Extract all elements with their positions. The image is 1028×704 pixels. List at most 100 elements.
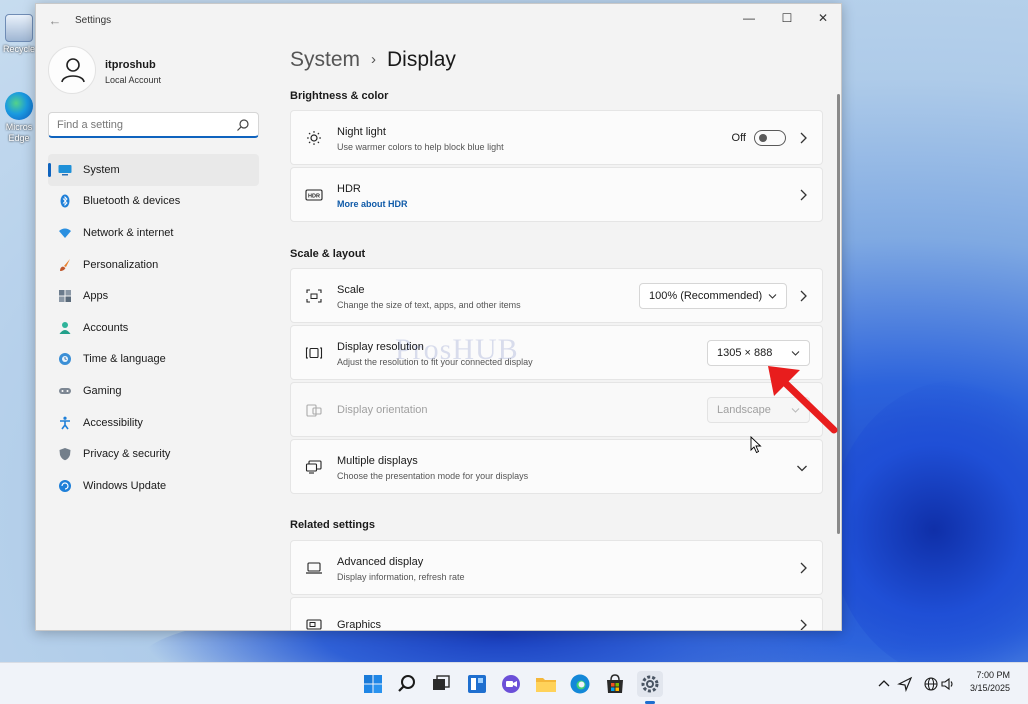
display-resolution-title: Display resolution — [337, 341, 424, 353]
sidebar-item-label: Network & internet — [83, 226, 174, 239]
settings-window: ← Settings — ☐ ✕ itproshub Local Account… — [35, 3, 842, 631]
sidebar-item-network[interactable]: Network & internet — [48, 217, 259, 249]
night-light-toggle[interactable] — [754, 130, 786, 146]
store-icon[interactable] — [602, 671, 628, 697]
bluetooth-icon — [60, 194, 70, 208]
settings-gear-icon[interactable] — [637, 671, 663, 697]
arrow-left-icon: ← — [48, 13, 62, 28]
recycle-bin-icon — [5, 14, 33, 42]
volume-icon[interactable] — [940, 676, 956, 692]
sidebar-item-windows-update[interactable]: Windows Update — [48, 470, 259, 502]
monitor-icon — [58, 164, 72, 176]
more-about-hdr-link[interactable]: More about HDR — [337, 199, 408, 209]
sidebar-item-label: System — [83, 163, 120, 176]
night-light-title: Night light — [337, 126, 386, 138]
multiple-displays-card[interactable]: Multiple displays Choose the presentatio… — [290, 439, 823, 494]
chat-icon[interactable] — [498, 671, 524, 697]
resolution-dropdown-value: 1305 × 888 — [717, 347, 773, 359]
section-title-related: Related settings — [290, 519, 375, 531]
sidebar-item-label: Time & language — [83, 353, 166, 366]
system-clock[interactable]: 7:00 PM 3/15/2025 — [970, 669, 1010, 695]
chevron-right-icon[interactable] — [798, 618, 808, 631]
graphics-card[interactable]: Graphics — [290, 597, 823, 631]
sidebar-item-label: Personalization — [83, 258, 159, 271]
sidebar-item-time-language[interactable]: Time & language — [48, 344, 259, 376]
chevron-up-icon[interactable] — [876, 676, 892, 692]
maximize-button[interactable]: ☐ — [770, 8, 804, 28]
search-box[interactable] — [48, 112, 259, 138]
sidebar-item-apps[interactable]: Apps — [48, 280, 259, 312]
chevron-right-icon[interactable] — [798, 188, 808, 202]
sidebar-item-label: Windows Update — [83, 479, 167, 492]
desktop-icon-edge[interactable]: Micros Edge — [2, 92, 36, 144]
resolution-dropdown[interactable]: 1305 × 888 — [707, 340, 810, 366]
scale-icon — [306, 289, 322, 303]
search-input[interactable] — [49, 113, 229, 137]
sidebar-item-bluetooth[interactable]: Bluetooth & devices — [48, 186, 259, 218]
apps-icon — [59, 290, 71, 303]
edge-icon[interactable] — [567, 671, 593, 697]
chevron-down-icon[interactable] — [796, 463, 808, 473]
location-arrow-icon[interactable] — [897, 676, 913, 692]
globe-icon[interactable] — [923, 676, 939, 692]
scale-dropdown[interactable]: 100% (Recommended) — [639, 283, 787, 309]
multiple-displays-icon — [305, 460, 322, 474]
breadcrumb-parent[interactable]: System — [290, 48, 360, 71]
sidebar-item-accessibility[interactable]: Accessibility — [48, 407, 259, 439]
gamepad-icon — [59, 387, 71, 394]
orientation-dropdown: Landscape — [707, 397, 810, 423]
update-icon — [59, 479, 71, 492]
sidebar-item-personalization[interactable]: Personalization — [48, 249, 259, 281]
back-button[interactable]: ← — [46, 13, 64, 29]
graphics-title: Graphics — [337, 619, 382, 631]
scale-card[interactable]: Scale Change the size of text, apps, and… — [290, 268, 823, 323]
hdr-card[interactable]: HDR HDR More about HDR — [290, 167, 823, 222]
file-explorer-icon[interactable] — [533, 671, 559, 697]
sidebar-item-system[interactable]: System — [48, 154, 259, 186]
chevron-right-icon[interactable] — [798, 289, 808, 303]
user-profile[interactable]: itproshub Local Account — [48, 46, 268, 96]
night-light-card[interactable]: Night light Use warmer colors to help bl… — [290, 110, 823, 165]
orientation-icon — [306, 404, 322, 417]
chevron-right-icon[interactable] — [798, 561, 808, 575]
clock-time: 7:00 PM — [976, 670, 1010, 680]
avatar — [48, 46, 96, 94]
brush-icon — [60, 258, 70, 271]
start-button-icon[interactable] — [360, 671, 386, 697]
sun-icon — [307, 131, 321, 145]
section-title-scale-layout: Scale & layout — [290, 248, 366, 260]
display-resolution-subtitle: Adjust the resolution to fit your connec… — [337, 357, 533, 367]
scale-title: Scale — [337, 284, 365, 296]
chevron-down-icon — [768, 294, 777, 299]
chevron-right-icon[interactable] — [798, 131, 808, 145]
task-view-icon[interactable] — [428, 671, 454, 697]
search-icon[interactable] — [394, 671, 420, 697]
search-icon[interactable] — [236, 118, 250, 132]
advanced-display-card[interactable]: Advanced display Display information, re… — [290, 540, 823, 595]
minimize-button[interactable]: — — [732, 8, 766, 28]
desktop-icon-recycle-bin[interactable]: Recycle — [2, 14, 36, 55]
taskbar: 7:00 PM 3/15/2025 — [0, 662, 1028, 704]
sidebar-item-label: Bluetooth & devices — [83, 195, 181, 208]
advanced-display-title: Advanced display — [337, 556, 424, 568]
widgets-icon[interactable] — [464, 671, 490, 697]
sidebar-item-gaming[interactable]: Gaming — [48, 375, 259, 407]
advanced-display-subtitle: Display information, refresh rate — [337, 572, 465, 582]
section-title-brightness: Brightness & color — [290, 90, 389, 102]
sidebar-item-privacy[interactable]: Privacy & security — [48, 438, 259, 470]
vertical-scrollbar[interactable] — [837, 94, 840, 534]
breadcrumb-separator: › — [371, 51, 377, 68]
user-name: itproshub — [105, 59, 156, 71]
person-icon — [59, 321, 71, 334]
title-bar[interactable]: ← Settings — ☐ ✕ — [36, 4, 841, 38]
desktop-icon-label: Micros Edge — [5, 122, 33, 143]
display-resolution-card[interactable]: Display resolution Adjust the resolution… — [290, 325, 823, 380]
accessibility-icon — [60, 416, 70, 430]
display-orientation-title: Display orientation — [337, 404, 428, 416]
sidebar-item-accounts[interactable]: Accounts — [48, 312, 259, 344]
wallpaper-bloom — [830, 380, 1028, 662]
globe-clock-icon — [59, 353, 71, 366]
page-title: Display — [387, 48, 456, 71]
scale-dropdown-value: 100% (Recommended) — [649, 290, 763, 302]
close-button[interactable]: ✕ — [806, 8, 840, 28]
